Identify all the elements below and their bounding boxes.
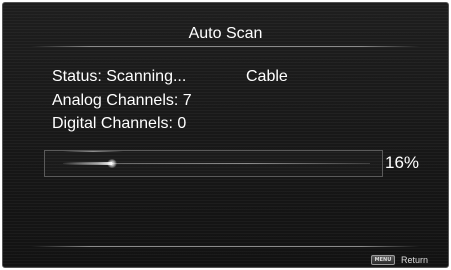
return-hint[interactable]: MENU Return <box>370 255 428 265</box>
menu-key-icon: MENU <box>370 255 395 265</box>
progress-highlight <box>63 151 123 152</box>
progress-percent: 16% <box>385 153 420 172</box>
progress-fill <box>63 162 112 165</box>
scan-progress-bar <box>44 150 383 177</box>
dialog-title: Auto Scan <box>188 25 263 42</box>
bottom-divider <box>31 246 420 247</box>
analog-channels-count: Analog Channels: 7 <box>52 92 192 109</box>
return-label: Return <box>400 255 428 265</box>
auto-scan-dialog: Auto Scan Status: Scanning... Cable Anal… <box>2 2 449 268</box>
signal-source-label: Cable <box>246 68 288 85</box>
scan-status-text: Status: Scanning... <box>52 68 187 85</box>
progress-glow <box>107 159 117 168</box>
top-divider <box>31 46 420 47</box>
digital-channels-count: Digital Channels: 0 <box>52 115 187 132</box>
